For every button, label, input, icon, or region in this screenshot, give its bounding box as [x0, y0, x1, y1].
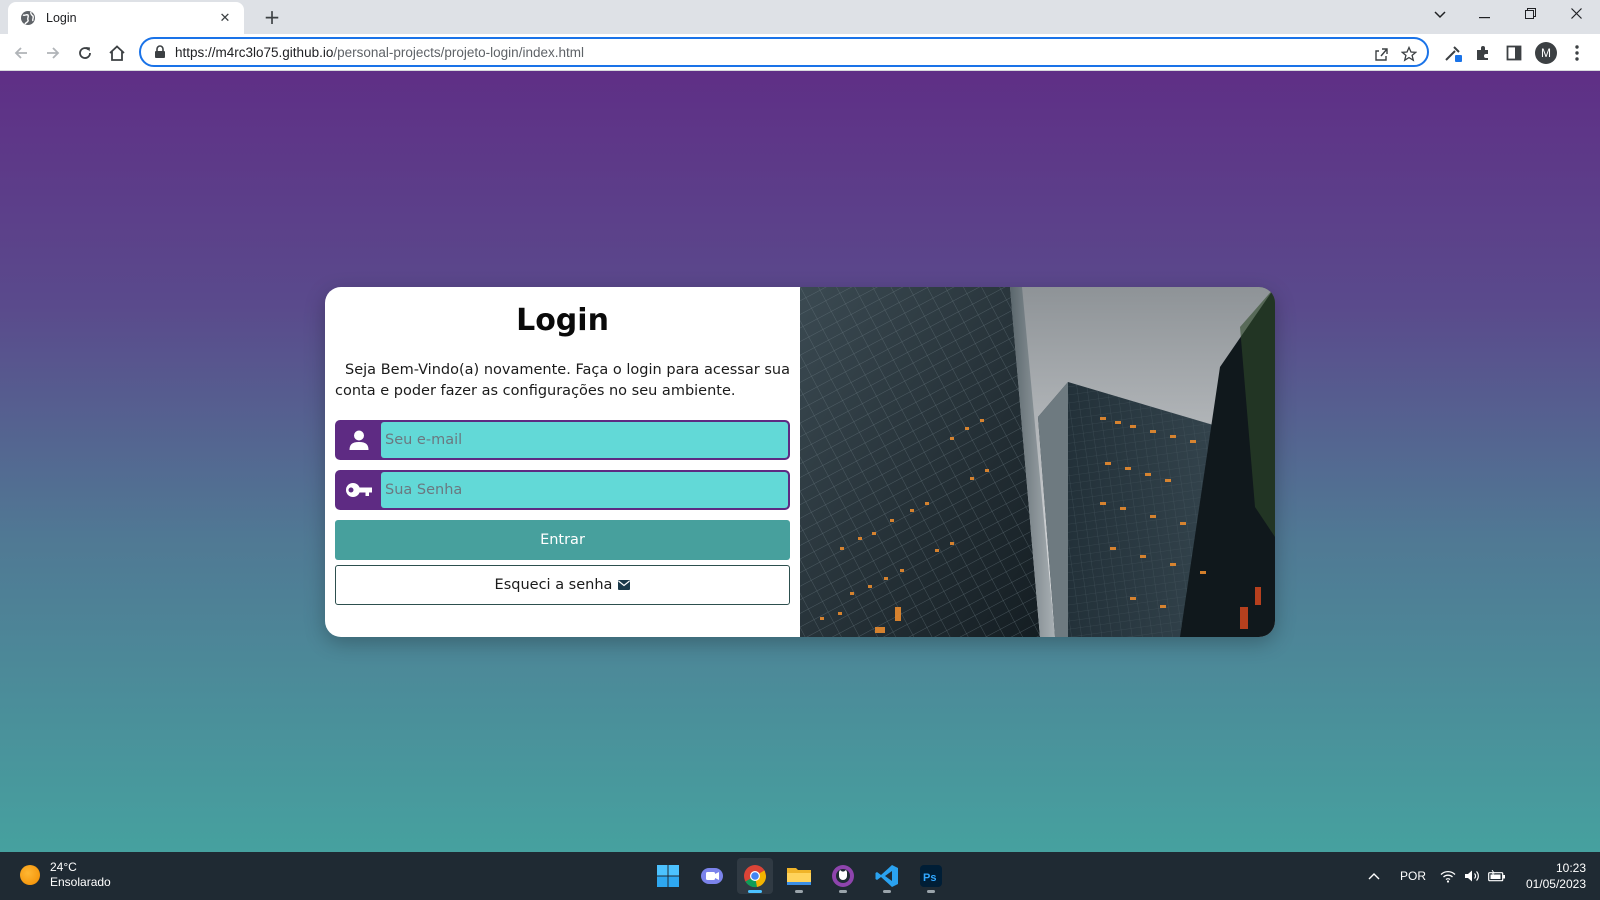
close-window-icon[interactable] — [1554, 4, 1598, 28]
restore-window-icon[interactable] — [1508, 4, 1552, 28]
active-indicator — [748, 890, 762, 893]
login-form-panel: Login Seja Bem-Vindo(a) novamente. Faça … — [325, 287, 800, 637]
browser-tab-strip: Login ✕ + — [0, 0, 1600, 34]
clock-date: 01/05/2023 — [1525, 877, 1586, 891]
address-bar[interactable]: https://m4rc3lo75.github.io/personal-pro… — [139, 37, 1429, 67]
home-icon[interactable] — [105, 41, 129, 65]
lock-icon[interactable] — [153, 45, 167, 59]
wifi-icon[interactable] — [1438, 852, 1458, 900]
forgot-password-label: Esqueci a senha — [494, 577, 613, 593]
battery-charging-icon[interactable] — [1486, 852, 1508, 900]
teams-chat-icon[interactable] — [694, 858, 730, 894]
profile-initial: M — [1535, 42, 1557, 64]
key-icon — [337, 472, 381, 508]
password-field-group — [335, 470, 790, 510]
extension-dropper-icon[interactable] — [1441, 41, 1465, 65]
globe-icon — [21, 11, 35, 25]
running-indicator — [927, 890, 935, 893]
back-arrow-icon[interactable] — [9, 41, 33, 65]
url-host: https://m4rc3lo75.github.io — [175, 44, 334, 60]
email-field-group — [335, 420, 790, 460]
tab-close-icon[interactable]: ✕ — [216, 11, 234, 26]
file-explorer-icon[interactable] — [781, 858, 817, 894]
weather-widget[interactable]: 24°C Ensolarado — [20, 860, 111, 890]
input-language[interactable]: POR — [1396, 852, 1430, 900]
url-path: /personal-projects/projeto-login/index.h… — [333, 44, 584, 60]
photoshop-icon[interactable]: Ps — [913, 858, 949, 894]
enter-button[interactable]: Entrar — [335, 520, 790, 560]
weather-temperature: 24°C — [50, 860, 77, 874]
running-indicator — [839, 890, 847, 893]
new-tab-button[interactable]: + — [260, 5, 284, 29]
browser-tab-login[interactable]: Login ✕ — [8, 2, 244, 34]
share-icon[interactable] — [1371, 44, 1391, 64]
system-clock[interactable]: 10:23 01/05/2023 — [1526, 860, 1586, 892]
sun-icon — [20, 865, 40, 885]
chrome-icon[interactable] — [737, 858, 773, 894]
running-indicator — [795, 890, 803, 893]
weather-description: Ensolarado — [50, 875, 111, 889]
running-indicator — [883, 890, 891, 893]
forgot-password-button[interactable]: Esqueci a senha — [335, 565, 790, 605]
password-input[interactable] — [381, 472, 788, 508]
envelope-icon — [618, 580, 631, 590]
browser-toolbar: https://m4rc3lo75.github.io/personal-pro… — [0, 34, 1600, 71]
github-desktop-icon[interactable] — [825, 858, 861, 894]
reload-icon[interactable] — [73, 41, 97, 65]
page-viewport: Login Seja Bem-Vindo(a) novamente. Faça … — [0, 71, 1600, 852]
bookmark-star-icon[interactable] — [1399, 44, 1419, 64]
svg-text:Ps: Ps — [923, 872, 936, 884]
email-input[interactable] — [381, 422, 788, 458]
user-icon — [337, 422, 381, 458]
login-description: Seja Bem-Vindo(a) novamente. Faça o logi… — [335, 362, 790, 399]
forward-arrow-icon[interactable] — [41, 41, 65, 65]
login-title: Login — [516, 303, 609, 338]
address-url[interactable]: https://m4rc3lo75.github.io/personal-pro… — [175, 45, 1427, 60]
side-panel-icon[interactable] — [1502, 41, 1526, 65]
volume-icon[interactable] — [1462, 852, 1482, 900]
tab-search-chevron-icon[interactable] — [1418, 4, 1462, 28]
skyscrapers-image — [800, 287, 1275, 637]
browser-menu-icon[interactable] — [1565, 41, 1589, 65]
extensions-puzzle-icon[interactable] — [1471, 41, 1495, 65]
minimize-window-icon[interactable] — [1462, 4, 1506, 28]
show-hidden-icons-chevron-icon[interactable] — [1364, 852, 1384, 900]
windows-taskbar: 24°C Ensolarado Ps POR 10:23 01/05/2023 — [0, 852, 1600, 900]
login-card: Login Seja Bem-Vindo(a) novamente. Faça … — [325, 287, 1275, 637]
profile-avatar[interactable]: M — [1534, 41, 1558, 65]
tab-title: Login — [46, 11, 77, 25]
vscode-icon[interactable] — [869, 858, 905, 894]
windows-start-icon[interactable] — [650, 858, 686, 894]
skyscrapers-photo — [800, 287, 1275, 637]
clock-time: 10:23 — [1555, 861, 1586, 875]
